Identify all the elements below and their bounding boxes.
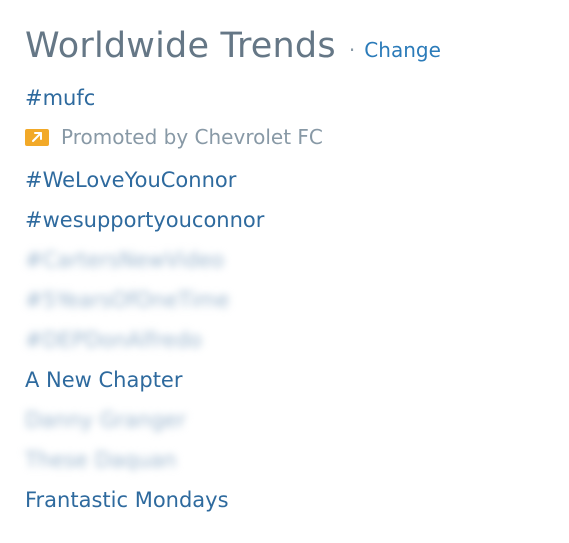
trend-item-frantastic-mondays[interactable]: Frantastic Mondays	[25, 488, 229, 512]
trend-item-wesupportyouconnor[interactable]: #wesupportyouconnor	[25, 208, 264, 232]
trend-item-blurred-3[interactable]: #DEPDonAlfredo	[25, 328, 202, 352]
trend-item-a-new-chapter[interactable]: A New Chapter	[25, 368, 182, 392]
title-separator: ·	[348, 38, 356, 62]
trend-item-blurred-2[interactable]: #5YearsOfOneTime	[25, 288, 229, 312]
promoted-by-text: Promoted by Chevrolet FC	[61, 125, 323, 149]
promoted-arrow-icon	[25, 128, 49, 146]
worldwide-trends-panel: Worldwide Trends · Change #mufc Promoted…	[0, 0, 569, 543]
change-location-link[interactable]: Change	[364, 38, 441, 62]
trend-item-mufc[interactable]: #mufc	[25, 86, 95, 110]
trend-item-weloveyouconnor[interactable]: #WeLoveYouConnor	[25, 168, 236, 192]
trend-item-blurred-1[interactable]: #CartersNewVideo	[25, 248, 224, 272]
trend-item-blurred-4[interactable]: Danny Granger	[25, 408, 186, 432]
promoted-label: Promoted by Chevrolet FC	[25, 125, 323, 149]
trends-title: Worldwide Trends	[25, 26, 336, 66]
trend-item-blurred-5[interactable]: These Daquan	[25, 448, 176, 472]
trends-header: Worldwide Trends · Change	[25, 26, 441, 66]
